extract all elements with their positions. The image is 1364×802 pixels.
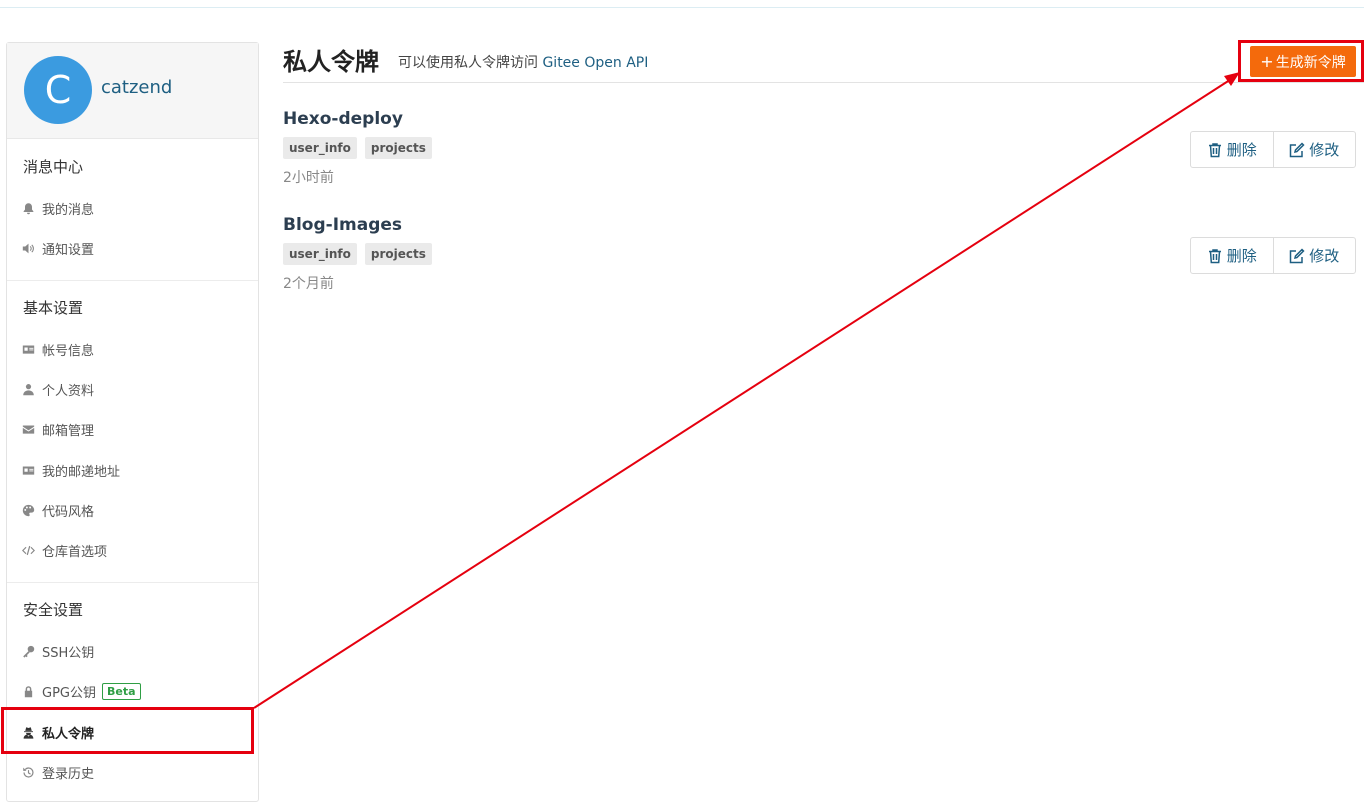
scope-tag: user_info xyxy=(283,137,357,159)
sidebar-item-label: 我的消息 xyxy=(42,202,95,218)
key-icon xyxy=(21,644,35,658)
edit-icon xyxy=(1289,141,1305,157)
trash-icon xyxy=(1208,248,1221,263)
settings-sidebar: C catzend 消息中心 我的消息 通知设置 基本设置 帐号信息 个人资料 … xyxy=(6,42,259,802)
sidebar-item-repo-preferences[interactable]: 仓库首选项 xyxy=(21,539,107,561)
sidebar-item-profile[interactable]: 个人资料 xyxy=(21,378,94,400)
volume-icon xyxy=(21,241,35,255)
sidebar-item-label: 仓库首选项 xyxy=(42,544,108,560)
delete-button[interactable]: 删除 xyxy=(1191,238,1273,273)
sidebar-item-label: 我的邮递地址 xyxy=(42,464,121,480)
section-title-basic: 基本设置 xyxy=(23,299,84,317)
sidebar-item-label: GPG公钥 xyxy=(42,685,96,701)
lock-icon xyxy=(21,684,35,698)
avatar[interactable]: C xyxy=(24,56,92,124)
subtitle-text: 可以使用私人令牌访问 xyxy=(398,55,538,71)
sidebar-item-label: 邮箱管理 xyxy=(42,423,95,439)
sidebar-item-my-messages[interactable]: 我的消息 xyxy=(21,197,94,219)
sidebar-item-ssh-keys[interactable]: SSH公钥 xyxy=(21,640,94,662)
top-border xyxy=(0,0,1364,8)
delete-label: 删除 xyxy=(1226,247,1257,265)
username[interactable]: catzend xyxy=(101,77,172,98)
sidebar-item-notification-settings[interactable]: 通知设置 xyxy=(21,237,94,259)
sidebar-item-gpg-keys[interactable]: GPG公钥 Beta xyxy=(21,680,141,702)
bell-icon xyxy=(21,201,35,215)
sidebar-item-label: SSH公钥 xyxy=(42,645,95,661)
scope-tag: user_info xyxy=(283,243,357,265)
id-card-icon xyxy=(21,342,35,356)
edit-label: 修改 xyxy=(1309,247,1340,265)
sidebar-item-email[interactable]: 邮箱管理 xyxy=(21,418,94,440)
divider xyxy=(7,582,258,583)
edit-button[interactable]: 修改 xyxy=(1272,238,1356,273)
token-actions: 删除 修改 xyxy=(1190,237,1356,274)
sidebar-item-label: 帐号信息 xyxy=(42,343,95,359)
sidebar-item-address[interactable]: 我的邮递地址 xyxy=(21,459,120,481)
divider xyxy=(7,280,258,281)
profile-header: C catzend xyxy=(7,43,258,139)
section-title-messages: 消息中心 xyxy=(23,158,84,176)
sidebar-item-label: 个人资料 xyxy=(42,383,95,399)
edit-button[interactable]: 修改 xyxy=(1272,132,1356,167)
beta-badge: Beta xyxy=(102,682,141,700)
user-icon xyxy=(21,382,35,396)
token-name: Blog-Images xyxy=(283,215,403,235)
code-icon xyxy=(21,543,35,557)
annotation-box-sidebar xyxy=(1,707,254,754)
edit-label: 修改 xyxy=(1309,141,1340,159)
token-name: Hexo-deploy xyxy=(283,109,403,129)
section-title-security: 安全设置 xyxy=(23,601,84,619)
title-divider xyxy=(283,82,1364,83)
page-subtitle: 可以使用私人令牌访问 Gitee Open API xyxy=(398,52,648,72)
sidebar-item-code-style[interactable]: 代码风格 xyxy=(21,499,94,521)
delete-label: 删除 xyxy=(1226,141,1257,159)
open-api-link[interactable]: Gitee Open API xyxy=(542,55,648,71)
sidebar-item-label: 登录历史 xyxy=(42,766,95,782)
history-icon xyxy=(21,765,35,779)
page-title: 私人令牌 xyxy=(283,48,379,76)
sidebar-item-account-info[interactable]: 帐号信息 xyxy=(21,338,94,360)
token-time: 2个月前 xyxy=(283,276,334,292)
address-card-icon xyxy=(21,463,35,477)
token-actions: 删除 修改 xyxy=(1190,131,1356,168)
sidebar-item-label: 代码风格 xyxy=(42,504,95,520)
token-time: 2小时前 xyxy=(283,170,334,186)
envelope-icon xyxy=(21,422,35,436)
scope-tag: projects xyxy=(364,137,432,159)
scope-tag: projects xyxy=(364,243,432,265)
annotation-box-generate xyxy=(1238,40,1364,82)
palette-icon xyxy=(21,503,35,517)
edit-icon xyxy=(1289,247,1305,263)
trash-icon xyxy=(1208,142,1221,157)
sidebar-item-label: 通知设置 xyxy=(42,242,95,258)
delete-button[interactable]: 删除 xyxy=(1191,132,1273,167)
